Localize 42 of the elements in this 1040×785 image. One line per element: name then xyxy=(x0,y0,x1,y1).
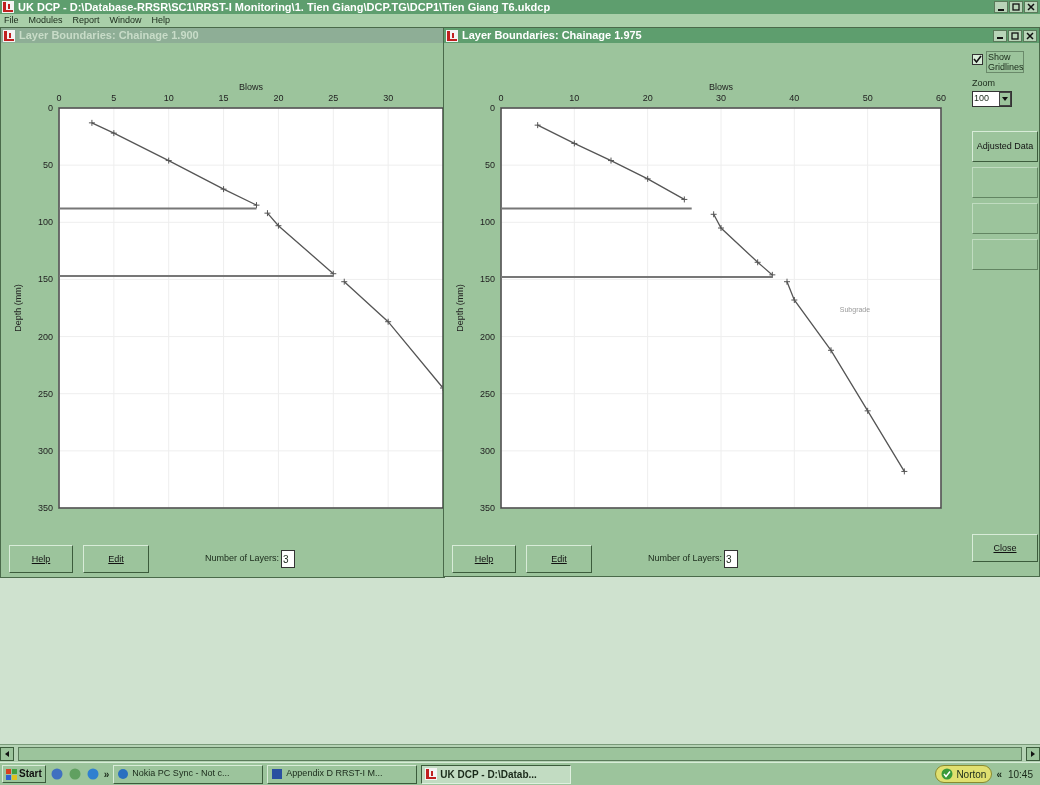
axis-tick-label: 150 xyxy=(37,274,53,285)
axis-tick-label: 15 xyxy=(218,93,229,103)
axis-tick-label: 50 xyxy=(485,160,495,171)
axis-tick-label: 60 xyxy=(936,93,946,103)
axis-tick-label: 250 xyxy=(37,388,53,399)
axis-tick-label: 100 xyxy=(37,217,53,228)
axis-title: Depth (mm) xyxy=(455,284,465,332)
field-label: Number of Layers: xyxy=(648,552,723,566)
axis-tick-label: 50 xyxy=(862,93,873,103)
field-label: Zoom xyxy=(972,77,996,90)
axis-tick-label: 300 xyxy=(479,445,495,456)
axis-title: Blows xyxy=(709,82,733,92)
axis-tick-label: 100 xyxy=(479,217,495,228)
axis-title: Blows xyxy=(239,82,263,92)
axis-tick-label: 350 xyxy=(37,503,53,513)
axis-tick-label: 10 xyxy=(569,93,580,103)
axis-tick-label: 200 xyxy=(479,331,495,342)
field-label: Number of Layers: xyxy=(205,552,280,566)
axis-tick-label: 150 xyxy=(479,274,495,285)
axis-tick-label: 0 xyxy=(48,103,53,113)
axis-tick-label: 300 xyxy=(37,445,53,456)
window-title: Layer Boundaries: Chainage 1.900 xyxy=(19,28,199,44)
axis-tick-label: 5 xyxy=(111,93,117,103)
axis-tick-label: 20 xyxy=(642,93,653,103)
window-title: Layer Boundaries: Chainage 1.975 xyxy=(462,28,642,44)
axis-tick-label: 0 xyxy=(56,93,62,103)
axis-tick-label: 200 xyxy=(37,331,53,342)
checkbox-label: Show Gridlines xyxy=(986,51,1024,73)
axis-tick-label: 50 xyxy=(43,160,53,171)
axis-title: Depth (mm) xyxy=(13,284,23,332)
axis-tick-label: 350 xyxy=(479,503,495,513)
axis-tick-label: 30 xyxy=(383,93,394,103)
clock: 10:45 xyxy=(1006,767,1034,782)
axis-tick-label: 40 xyxy=(789,93,800,103)
axis-tick-label: 30 xyxy=(716,93,726,103)
window-title: UK DCP - D:\Database-RRSR\SC1\RRST-I Monitoring\1. Tien Giang\DCP.TG\DCP1\Tien Giang T6.ukdcp xyxy=(18,0,551,15)
axis-tick-label: 0 xyxy=(498,93,504,103)
axis-tick-label: 20 xyxy=(273,93,284,103)
axis-tick-label: 0 xyxy=(490,103,495,113)
axis-tick-label: 10 xyxy=(163,93,174,103)
axis-tick-label: 25 xyxy=(328,93,339,103)
axis-tick-label: 250 xyxy=(479,388,495,399)
